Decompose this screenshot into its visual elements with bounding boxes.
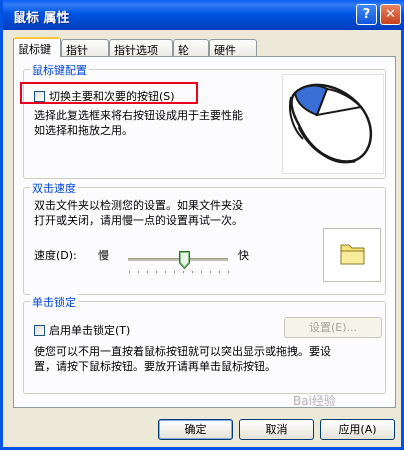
speed-slider-ticks bbox=[129, 271, 229, 273]
ok-button[interactable]: 确定 bbox=[158, 419, 233, 440]
close-button[interactable]: ✕ bbox=[380, 4, 401, 25]
double-click-description-line1: 双击文件夹以检测您的设置。如果文件夹没 bbox=[34, 199, 243, 212]
speed-tick bbox=[156, 271, 157, 273]
speed-tick bbox=[183, 271, 184, 273]
speed-tick bbox=[192, 271, 193, 273]
slow-label: 慢 bbox=[98, 249, 109, 262]
click-lock-description-line1: 使您可以不用一直按着鼠标按钮就可以突出显示或拖拽。要设 bbox=[34, 345, 331, 358]
speed-tick bbox=[210, 271, 211, 273]
speed-tick bbox=[147, 271, 148, 273]
double-click-description-line2: 打开或关闭，请用慢一点的设置再试一次。 bbox=[34, 214, 243, 227]
speed-tick bbox=[174, 271, 175, 273]
tab-wheel[interactable]: 轮 bbox=[173, 39, 209, 57]
title-bar[interactable]: 鼠标 属性 ? ✕ bbox=[3, 0, 404, 30]
apply-button[interactable]: 应用(A) bbox=[320, 419, 395, 440]
click-lock-description-line2: 置，请按下鼠标按钮。要放开请再单击鼠标按钮。 bbox=[34, 360, 276, 373]
speed-label: 速度(D): bbox=[34, 249, 77, 262]
mouse-properties-dialog: 鼠标 属性 ? ✕ 鼠标键 指针 指针选项 轮 硬件 鼠标键配置 切换主要和次要… bbox=[0, 0, 404, 450]
double-click-group: 双击速度 双击文件夹以检测您的设置。如果文件夹没 打开或关闭，请用慢一点的设置再… bbox=[23, 180, 386, 295]
click-lock-group: 单击锁定 启用单击锁定(T) 设置(E)... 使您可以不用一直按着鼠标按钮就可… bbox=[23, 294, 386, 394]
swap-description-line2: 如选择和拖放之用。 bbox=[34, 124, 133, 137]
swap-description: 选择此复选框来将右按钮设成用于主要性能 如选择和拖放之用。 bbox=[34, 108, 243, 138]
tab-hardware[interactable]: 硬件 bbox=[209, 39, 257, 57]
fast-label: 快 bbox=[238, 249, 249, 262]
folder-icon[interactable] bbox=[323, 228, 381, 282]
annotation-highlight bbox=[20, 82, 198, 104]
help-button[interactable]: ? bbox=[356, 4, 377, 25]
click-lock-row[interactable]: 启用单击锁定(T) bbox=[34, 322, 130, 338]
speed-tick bbox=[129, 271, 130, 273]
double-click-description: 双击文件夹以检测您的设置。如果文件夹没 打开或关闭，请用慢一点的设置再试一次。 bbox=[34, 198, 243, 228]
click-lock-checkbox[interactable] bbox=[34, 324, 45, 336]
speed-slider-track[interactable] bbox=[128, 258, 228, 261]
speed-tick bbox=[228, 271, 229, 273]
speed-tick bbox=[201, 271, 202, 273]
window-title: 鼠标 属性 bbox=[13, 11, 70, 26]
click-lock-label[interactable]: 启用单击锁定(T) bbox=[49, 322, 130, 338]
click-lock-description: 使您可以不用一直按着鼠标按钮就可以突出显示或拖拽。要设 置，请按下鼠标按钮。要放… bbox=[34, 344, 331, 374]
swap-description-line1: 选择此复选框来将右按钮设成用于主要性能 bbox=[34, 109, 243, 122]
tab-pointers[interactable]: 指针 bbox=[61, 39, 109, 57]
tab-pointer-options[interactable]: 指针选项 bbox=[109, 39, 173, 57]
double-click-title: 双击速度 bbox=[30, 180, 78, 196]
speed-tick bbox=[219, 271, 220, 273]
tab-buttons[interactable]: 鼠标键 bbox=[13, 37, 61, 57]
speed-tick bbox=[165, 271, 166, 273]
click-lock-title: 单击锁定 bbox=[30, 294, 78, 310]
click-lock-settings-button[interactable]: 设置(E)... bbox=[284, 317, 382, 338]
mouse-icon bbox=[282, 74, 384, 174]
cancel-button[interactable]: 取消 bbox=[239, 419, 314, 440]
speed-slider-thumb[interactable] bbox=[179, 251, 190, 270]
speed-tick bbox=[138, 271, 139, 273]
button-config-title: 鼠标键配置 bbox=[30, 62, 89, 78]
tab-panel: 鼠标键配置 切换主要和次要的按钮(S) 选择此复选框来将右按钮设成用于主要性能 … bbox=[13, 56, 396, 408]
watermark-text: Bai经验 bbox=[293, 394, 336, 408]
